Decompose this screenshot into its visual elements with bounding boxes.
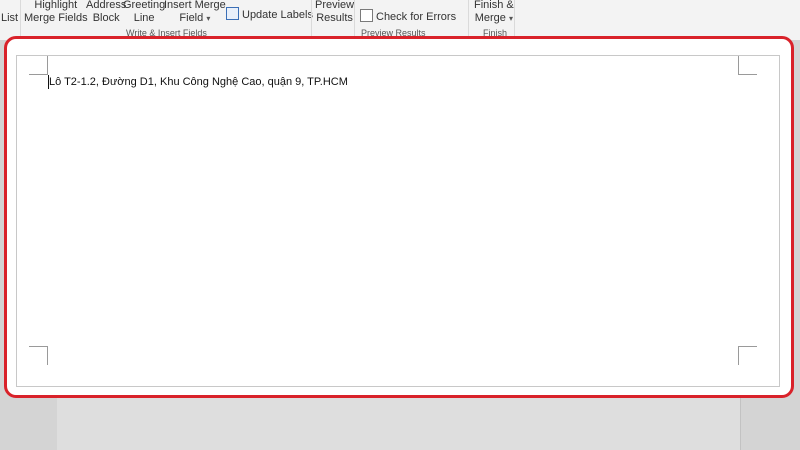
address-block-label-2: Block <box>92 12 120 24</box>
margin-corner-top-right <box>738 56 757 75</box>
check-for-errors-button[interactable]: Check for Errors <box>360 9 456 23</box>
ribbon-separator <box>514 0 515 40</box>
insert-merge-field-label-1: Insert Merge <box>164 0 226 11</box>
insert-merge-field-label-2: Field <box>179 12 204 24</box>
preview-results-label-1: Preview <box>315 0 355 11</box>
ribbon-separator <box>311 0 312 40</box>
check-errors-icon <box>360 9 373 22</box>
ribbon-separator <box>468 0 469 40</box>
chevron-down-icon: ▾ <box>206 14 211 23</box>
finish-merge-label-1: Finish & <box>474 0 514 11</box>
greeting-line-button[interactable]: Greeting Line <box>123 0 165 25</box>
finish-merge-button[interactable]: Finish & Merge ▾ <box>474 0 514 25</box>
highlight-merge-fields-label-2: Merge Fields <box>24 12 88 24</box>
ribbon-separator <box>354 0 355 40</box>
preview-results-button[interactable]: Preview Results <box>315 0 354 25</box>
update-labels-button[interactable]: Update Labels <box>226 7 313 21</box>
address-block-button[interactable]: Address Block <box>86 0 126 25</box>
chevron-down-icon: ▾ <box>508 14 513 23</box>
insert-merge-field-button[interactable]: Insert Merge Field ▾ <box>164 0 226 25</box>
ribbon-separator <box>20 0 21 40</box>
ribbon-list-button[interactable]: List <box>1 12 18 24</box>
margin-corner-bottom-right <box>738 346 757 365</box>
margin-corner-top-left <box>29 56 48 75</box>
address-block-label-1: Address <box>86 0 127 11</box>
margin-corner-bottom-left <box>29 346 48 365</box>
highlight-merge-fields-label-1: Highlight <box>34 0 78 11</box>
address-line[interactable]: Lô T2-1.2, Đường D1, Khu Công Nghệ Cao, … <box>49 76 348 88</box>
check-for-errors-label: Check for Errors <box>376 11 457 23</box>
greeting-line-label-1: Greeting <box>123 0 166 11</box>
greeting-line-label-2: Line <box>133 12 155 24</box>
finish-merge-label-2: Merge <box>474 12 506 24</box>
ribbon: List Highlight Merge Fields Address Bloc… <box>0 0 800 41</box>
label-page[interactable] <box>16 55 780 387</box>
update-labels-icon <box>226 7 239 20</box>
preview-results-label-2: Results <box>316 12 353 24</box>
update-labels-label: Update Labels <box>242 9 313 21</box>
highlight-merge-fields-button[interactable]: Highlight Merge Fields <box>24 0 88 25</box>
